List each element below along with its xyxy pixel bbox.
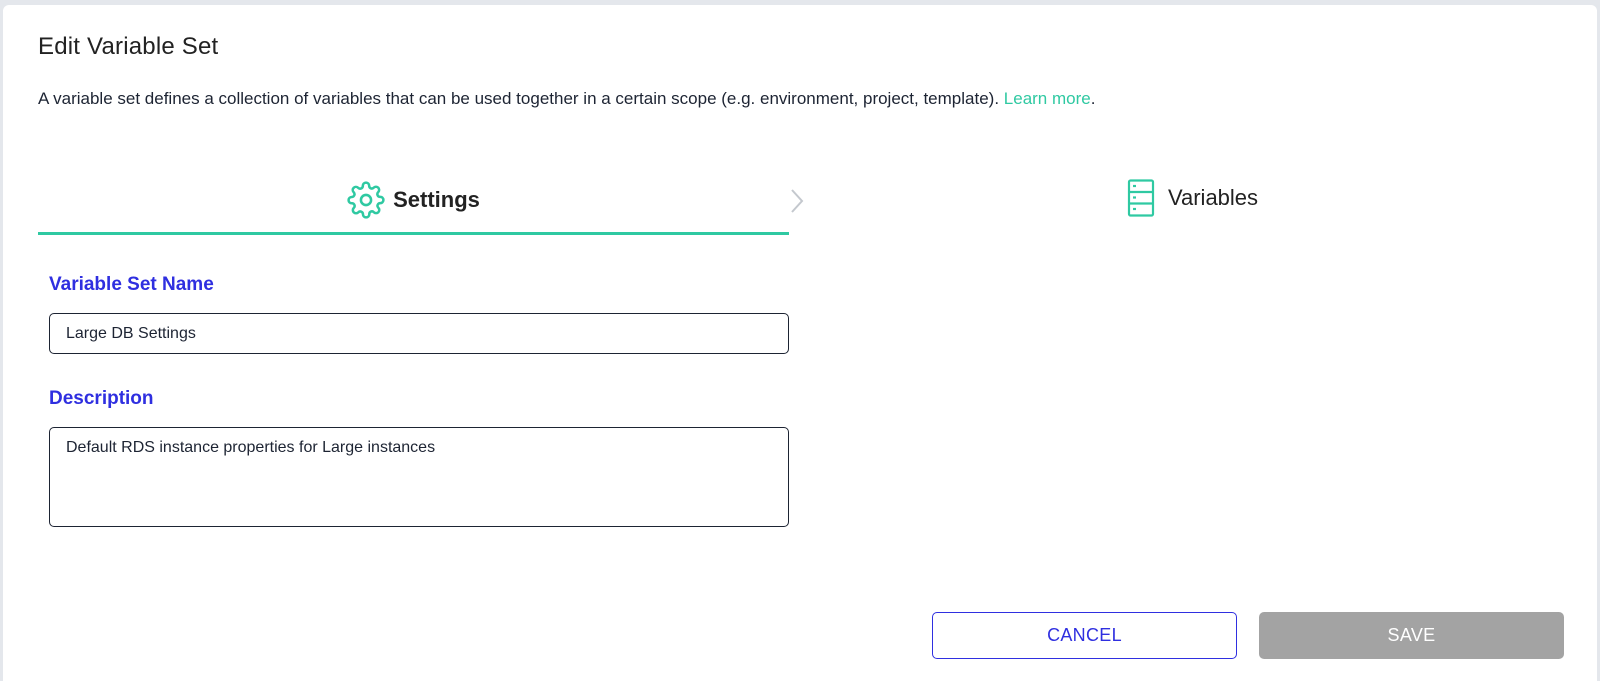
cancel-button[interactable]: CANCEL bbox=[932, 612, 1237, 659]
step-settings-label: Settings bbox=[393, 187, 480, 212]
description-text: A variable set defines a collection of v… bbox=[38, 89, 1004, 108]
save-button[interactable]: SAVE bbox=[1259, 612, 1564, 659]
variable-set-name-label: Variable Set Name bbox=[49, 274, 214, 295]
description-period: . bbox=[1090, 89, 1096, 108]
step-settings-tab[interactable]: Settings bbox=[38, 168, 789, 235]
server-icon bbox=[1122, 179, 1160, 217]
dialog-description: A variable set defines a collection of v… bbox=[38, 89, 1095, 109]
step-variables-label: Variables bbox=[1167, 185, 1259, 210]
description-textarea[interactable]: Default RDS instance properties for Larg… bbox=[49, 427, 789, 527]
variable-set-name-input[interactable] bbox=[49, 313, 789, 354]
learn-more-link[interactable]: Learn more bbox=[1004, 89, 1091, 108]
description-label: Description bbox=[49, 388, 154, 409]
dialog-title: Edit Variable Set bbox=[38, 33, 219, 60]
gear-icon bbox=[347, 181, 385, 219]
step-variables-tab[interactable]: Variables bbox=[793, 168, 1587, 228]
edit-variable-set-dialog: Edit Variable Set A variable set defines… bbox=[3, 5, 1597, 681]
